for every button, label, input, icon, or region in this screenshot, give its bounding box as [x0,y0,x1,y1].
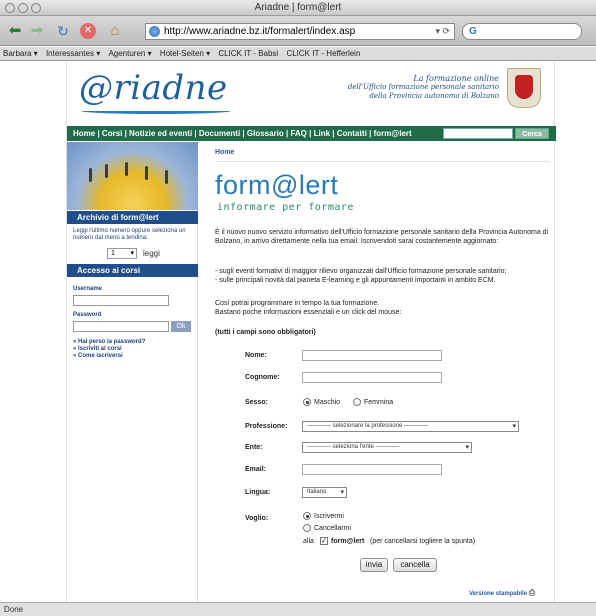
nome-label: Nome: [245,352,267,359]
maschio-radio[interactable] [303,398,311,406]
site-container: @riadne La formazione online dell'Uffici… [66,62,556,602]
maschio-label: Maschio [314,399,341,406]
formalert-bold-label: form@lert [331,538,365,545]
status-text: Done [4,605,24,614]
cancellarmi-radio[interactable] [303,524,311,532]
formalert-note: (per cancellarsi togliere la spunta) [370,538,476,545]
address-bar[interactable]: http://www.ariadne.bz.it/formalert/index… [145,23,455,40]
print-version-label: Versione stampabile [469,591,528,597]
password-label: Password [73,312,102,318]
tagline-line: della Provincia autonoma di Bolzano [369,92,499,100]
iscrivermi-label: Iscrivermi [314,513,344,520]
formalert-checkbox[interactable]: ✓ [320,537,328,545]
nav-links[interactable]: Home | Corsi | Notizie ed eventi | Docum… [73,129,412,138]
site-globe-icon [149,26,160,37]
print-version-link[interactable]: Versione stampabile ⎙ [469,588,535,598]
home-icon[interactable]: ⌂ [106,23,124,38]
page-viewport: @riadne La formazione online dell'Uffici… [0,62,596,602]
lingua-label: Lingua: [245,489,271,496]
sidebar: Archivio di form@lert Leggi l'ultimo num… [67,142,198,602]
banner-image [67,142,198,210]
window-title: Ariadne | form@lert [254,2,342,13]
invia-button[interactable]: invia [360,558,388,572]
bookmark-item[interactable]: Interessantes ▾ [46,49,100,58]
chevron-down-icon: ▾ [465,444,469,451]
bookmark-item[interactable]: Hotel-Seiten ▾ [160,49,210,58]
ente-select[interactable]: ------------ seleziona l'ente ----------… [302,442,472,453]
leggi-button[interactable]: leggi [143,248,160,259]
lost-password-link[interactable]: » Hai perso la password? [73,339,145,346]
chevron-down-icon: ▾ [130,250,134,257]
chevron-down-icon: ▾ [340,489,344,496]
register-courses-link[interactable]: » Iscriviti ai corsi [73,346,122,353]
address-url: http://www.ariadne.bz.it/formalert/index… [164,26,356,37]
lingua-value: Italiano [307,489,327,495]
printer-icon: ⎙ [528,588,536,597]
alla-label: alla [303,538,314,545]
browser-window: Ariadne | form@lert ⬅ ➡ ↻ ✕ ⌂ http://www… [0,0,596,616]
breadcrumb[interactable]: Home [215,149,234,156]
formalert-subtitle: informare per formare [217,202,354,213]
intro-paragraph: È il nuovo nuovo servizio informativo de… [215,229,549,245]
site-search-input[interactable] [443,128,513,139]
lingua-select[interactable]: Italiano ▾ [302,487,347,498]
search-button[interactable]: Cerca [515,128,549,139]
logo-swoosh [81,108,231,114]
bookmark-item[interactable]: CLICK IT - Babsi [218,49,278,58]
bookmark-item[interactable]: Agenturen ▾ [108,49,151,58]
tagline-line: dell'Ufficio formazione personale sanita… [347,83,499,91]
bookmarks-bar: Barbara ▾ Interessantes ▾ Agenturen ▾ Ho… [0,47,596,61]
breadcrumb-divider [215,161,550,162]
professione-value: ------------ selezionare la professione … [307,423,428,429]
closing-paragraph: Così potrai programmare in tempo la tua … [215,300,402,316]
cancellarmi-label: Cancellarmi [314,525,351,532]
email-input[interactable] [302,464,442,475]
stop-icon[interactable]: ✕ [80,23,96,39]
archivio-header: Archivio di form@lert [67,211,198,224]
cancella-button[interactable]: cancella [393,558,437,572]
professione-label: Professione: [245,423,288,430]
voglio-label: Voglio: [245,515,269,522]
browser-toolbar: ⬅ ➡ ↻ ✕ ⌂ http://www.ariadne.bz.it/forma… [0,16,596,46]
numero-select[interactable]: 1 ▾ [107,248,137,259]
sesso-label: Sesso: [245,399,268,406]
formalert-title: form@lert [215,170,339,200]
forward-arrow-icon[interactable]: ➡ [28,23,46,38]
email-label: Email: [245,466,267,473]
ente-label: Ente: [245,444,263,451]
username-input[interactable] [73,295,169,306]
bookmark-item[interactable]: Barbara ▾ [3,49,38,58]
cognome-label: Cognome: [245,374,280,381]
username-label: Username [73,286,103,292]
reload-icon[interactable]: ↻ [54,24,72,38]
femmina-label: Femmina [364,399,394,406]
required-note: (tutti i campi sono obbligatori) [215,329,316,336]
search-box[interactable]: G [462,23,582,40]
login-ok-button[interactable]: Ok [171,321,191,332]
title-bar: Ariadne | form@lert [0,0,596,16]
ariadne-logo[interactable]: @riadne [79,68,228,108]
back-arrow-icon[interactable]: ⬅ [6,23,24,38]
cognome-input[interactable] [302,372,442,383]
tagline-line: La formazione online [413,74,499,83]
password-input[interactable] [73,321,169,332]
bullets-paragraph: - sugli eventi formativi di maggior rili… [215,268,507,284]
status-bar: Done [0,602,596,616]
accesso-header: Accesso ai corsi [67,264,198,277]
google-search-icon: G [469,26,477,37]
iscrivermi-radio[interactable] [303,512,311,520]
nome-input[interactable] [302,350,442,361]
professione-select[interactable]: ------------ selezionare la professione … [302,421,519,432]
address-dropdown-icon[interactable]: ▾ ⟳ [435,24,450,39]
femmina-radio[interactable] [353,398,361,406]
chevron-down-icon: ▾ [512,423,516,430]
bookmark-item[interactable]: CLICK IT - Hefferlein [286,49,360,58]
archivio-text: Leggi l'ultimo numero oppure seleziona u… [73,228,186,241]
main-nav: Home | Corsi | Notizie ed eventi | Docum… [67,126,556,141]
ente-value: ------------ seleziona l'ente ----------… [307,444,400,450]
provincial-crest-icon [507,68,541,108]
site-tagline: La formazione online dell'Ufficio formaz… [329,74,499,101]
how-to-register-link[interactable]: » Come iscriversi [73,353,123,360]
numero-value: 1 [111,250,115,257]
